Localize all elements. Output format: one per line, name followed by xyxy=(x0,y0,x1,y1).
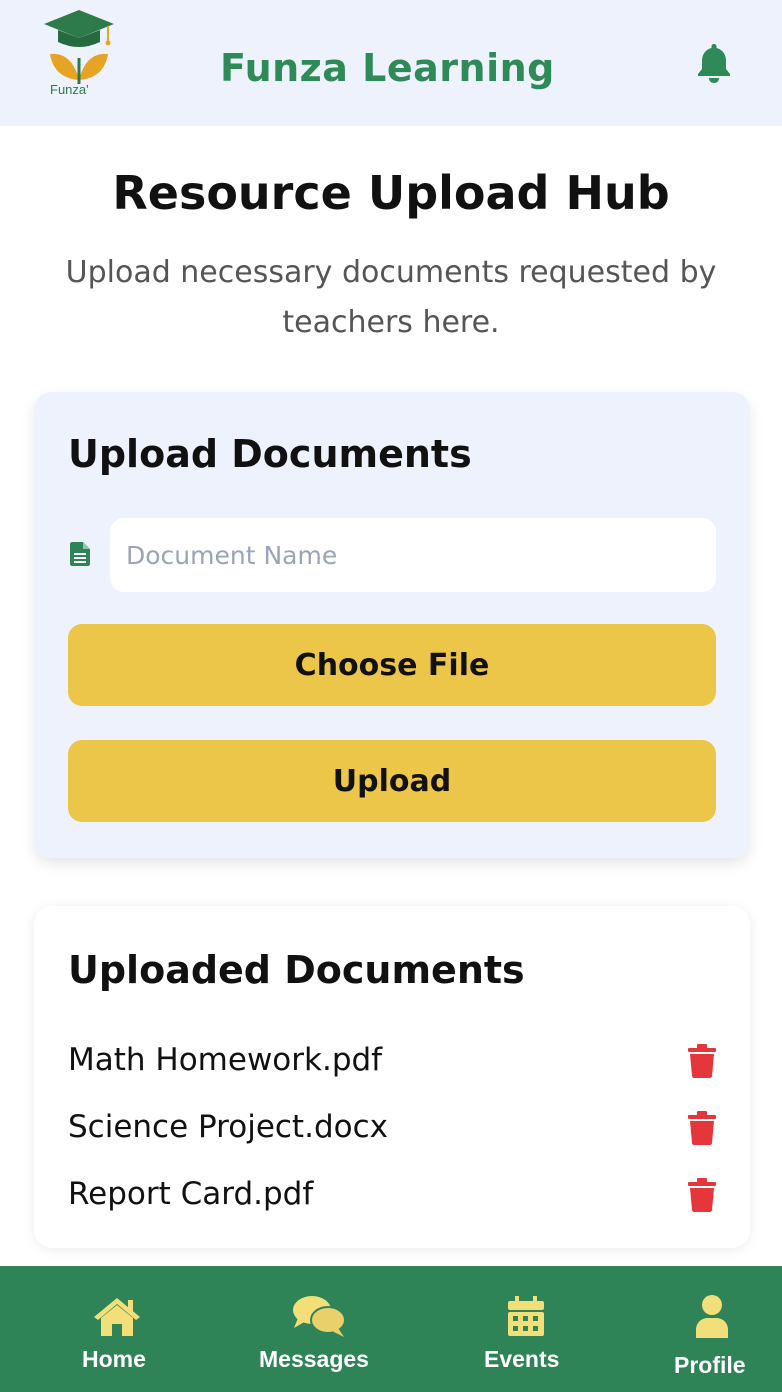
user-icon xyxy=(696,1295,728,1338)
app-title: Funza Learning xyxy=(220,46,555,90)
trash-icon[interactable] xyxy=(688,1111,716,1145)
nav-label-events: Events xyxy=(484,1346,560,1372)
document-name: Math Homework.pdf xyxy=(68,1042,383,1078)
app-screen: Funza' Funza Learning Resource Upload Hu… xyxy=(0,0,782,1392)
choose-file-button[interactable]: Choose File xyxy=(68,624,716,706)
document-icon xyxy=(70,542,90,566)
uploaded-documents-card: Uploaded Documents Math Homework.pdf Sci… xyxy=(34,906,750,1248)
home-icon xyxy=(94,1298,140,1336)
upload-card-title: Upload Documents xyxy=(68,432,472,476)
nav-item-profile[interactable]: Profile xyxy=(660,1266,770,1392)
nav-item-events[interactable]: Events xyxy=(470,1266,580,1392)
list-item: Math Homework.pdf xyxy=(68,1036,716,1086)
nav-label-profile: Profile xyxy=(674,1352,746,1378)
trash-icon[interactable] xyxy=(688,1178,716,1212)
calendar-icon xyxy=(508,1296,544,1336)
nav-label-messages: Messages xyxy=(259,1346,369,1372)
nav-item-messages[interactable]: Messages xyxy=(250,1266,390,1392)
document-name-input[interactable] xyxy=(110,518,716,592)
uploaded-card-title: Uploaded Documents xyxy=(68,948,525,992)
bell-icon[interactable] xyxy=(696,42,732,84)
document-name: Science Project.docx xyxy=(68,1109,388,1145)
bottom-navigation: Home Messages Events Profile xyxy=(0,1266,782,1392)
page-title: Resource Upload Hub xyxy=(112,166,670,220)
top-header: Funza' Funza Learning xyxy=(0,0,782,126)
list-item: Report Card.pdf xyxy=(68,1170,716,1220)
nav-item-home[interactable]: Home xyxy=(60,1266,176,1392)
chat-icon xyxy=(293,1296,346,1337)
upload-documents-card: Upload Documents Choose File Upload xyxy=(34,392,750,858)
upload-button[interactable]: Upload xyxy=(68,740,716,822)
page-subtitle: Upload necessary documents requested by … xyxy=(65,255,717,340)
document-name: Report Card.pdf xyxy=(68,1176,314,1212)
list-item: Science Project.docx xyxy=(68,1103,716,1153)
logo-text: Funza' xyxy=(50,82,89,97)
nav-label-home: Home xyxy=(82,1346,146,1372)
trash-icon[interactable] xyxy=(688,1044,716,1078)
